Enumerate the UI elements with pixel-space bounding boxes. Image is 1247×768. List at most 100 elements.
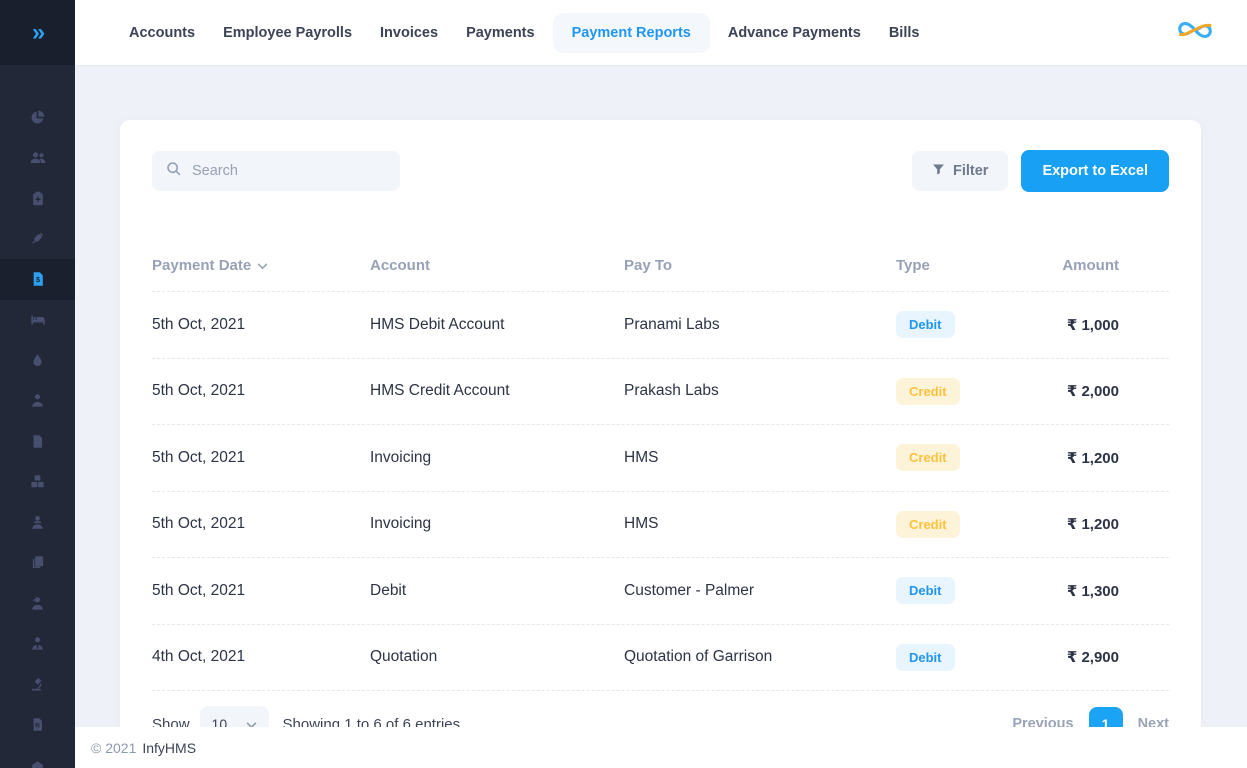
sidebar-item-receptionist[interactable] [0,583,75,624]
sidebar-item-documents[interactable] [0,421,75,462]
pay-to-cell: Customer - Palmer [624,582,896,600]
search-icon [166,161,182,182]
billing-invoice-icon: $ [30,270,46,288]
sidebar-item-inventory[interactable] [0,462,75,503]
sidebar-toggle-button[interactable]: » [0,0,75,65]
search-box[interactable] [152,151,400,191]
app-window: Filter Export to Excel Payment Date Acco… [0,0,1247,768]
table-toolbar: Filter Export to Excel [152,150,1169,192]
type-badge: Credit [896,378,960,405]
filter-label: Filter [953,163,988,179]
sidebar-item-prescriptions[interactable]: R [0,705,75,746]
sort-chevron-down-icon [257,257,268,274]
table-header-row: Payment Date Account Pay To Type Amount [152,240,1169,292]
account-cell: Invoicing [370,515,624,533]
column-header-account: Account [370,257,624,274]
funnel-icon [932,163,945,180]
receptionist-icon [29,595,46,612]
sidebar-item-medical[interactable] [0,178,75,219]
type-cell: Debit [896,311,1052,338]
column-header-pay-to: Pay To [624,257,896,274]
type-badge: Debit [896,644,955,671]
amount-cell: ₹ 2,000 [1052,382,1169,400]
account-cell: Invoicing [370,449,624,467]
type-badge: Debit [896,577,955,604]
table-row: 5th Oct, 2021 Debit Customer - Palmer De… [152,558,1169,625]
type-cell: Credit [896,444,1052,471]
filter-button[interactable]: Filter [912,151,1008,191]
pay-to-cell: Pranami Labs [624,316,896,334]
account-cell: Quotation [370,648,624,666]
type-cell: Credit [896,378,1052,405]
amount-cell: ₹ 1,200 [1052,515,1169,533]
column-header-type: Type [896,257,1052,274]
nav-item-payments[interactable]: Payments [456,13,545,53]
nav-item-employee-payrolls[interactable]: Employee Payrolls [213,13,362,53]
type-cell: Debit [896,577,1052,604]
sidebar-item-case-records[interactable] [0,543,75,584]
top-navigation-bar: Accounts Employee Payrolls Invoices Paym… [75,0,1247,65]
payment-date-cell: 4th Oct, 2021 [152,648,370,666]
medical-clipboard-icon [30,190,46,207]
sidebar-item-dashboard[interactable] [0,97,75,138]
type-cell: Credit [896,511,1052,538]
payment-date-cell: 5th Oct, 2021 [152,449,370,467]
prescription-icon: R [30,716,45,733]
sidebar-item-diagnostics[interactable] [0,664,75,705]
pay-to-cell: Prakash Labs [624,382,896,400]
type-cell: Debit [896,644,1052,671]
nav-item-invoices[interactable]: Invoices [370,13,448,53]
amount-cell: ₹ 1,300 [1052,582,1169,600]
microscope-icon [29,676,46,693]
payment-date-cell: 5th Oct, 2021 [152,316,370,334]
sidebar-item-billing-active[interactable]: $ [0,259,75,300]
sidebar: » $ R [0,0,75,768]
amount-cell: ₹ 1,200 [1052,449,1169,467]
sidebar-item-bed-management[interactable] [0,300,75,341]
pay-to-cell: Quotation of Garrison [624,648,896,666]
pie-chart-icon [29,109,46,126]
nav-item-accounts[interactable]: Accounts [119,13,205,53]
amount-cell: ₹ 2,900 [1052,648,1169,666]
patient-icon [29,514,46,531]
blood-drop-icon [30,352,45,369]
account-cell: HMS Debit Account [370,316,624,334]
export-to-excel-button[interactable]: Export to Excel [1021,150,1169,192]
records-icon [30,554,46,571]
sidebar-menu: $ R [0,65,75,768]
search-input[interactable] [192,163,386,179]
table-row: 5th Oct, 2021 HMS Credit Account Prakash… [152,359,1169,426]
infyhms-logo[interactable] [1173,15,1217,50]
pay-to-cell: HMS [624,515,896,533]
svg-text:$: $ [36,275,40,284]
users-icon [29,149,47,167]
sidebar-item-accountant[interactable] [0,624,75,665]
building-icon [29,757,46,768]
toolbar-actions: Filter Export to Excel [912,150,1169,192]
sidebar-item-users[interactable] [0,138,75,179]
sidebar-item-patients[interactable] [0,502,75,543]
nav-item-bills[interactable]: Bills [879,13,930,53]
payment-reports-card: Filter Export to Excel Payment Date Acco… [120,120,1201,768]
doctor-icon [29,392,46,409]
nav-item-advance-payments[interactable]: Advance Payments [718,13,871,53]
table-row: 5th Oct, 2021 Invoicing HMS Credit ₹ 1,2… [152,492,1169,559]
infinity-logo-icon [1173,15,1217,50]
type-badge: Credit [896,511,960,538]
bed-icon [29,311,47,329]
copyright-text: © 2021 [91,740,136,756]
type-badge: Debit [896,311,955,338]
page-footer: © 2021 InfyHMS [75,727,1247,768]
document-icon [30,433,45,450]
sidebar-item-vaccination[interactable] [0,219,75,260]
nav-item-payment-reports[interactable]: Payment Reports [553,13,710,53]
svg-text:R: R [35,723,40,730]
column-header-payment-date[interactable]: Payment Date [152,257,370,274]
syringe-icon [29,230,46,247]
sidebar-item-blood-bank[interactable] [0,340,75,381]
amount-cell: ₹ 1,000 [1052,316,1169,334]
payment-date-cell: 5th Oct, 2021 [152,582,370,600]
sidebar-item-partially-visible[interactable] [0,745,75,768]
type-badge: Credit [896,444,960,471]
sidebar-item-doctors[interactable] [0,381,75,422]
